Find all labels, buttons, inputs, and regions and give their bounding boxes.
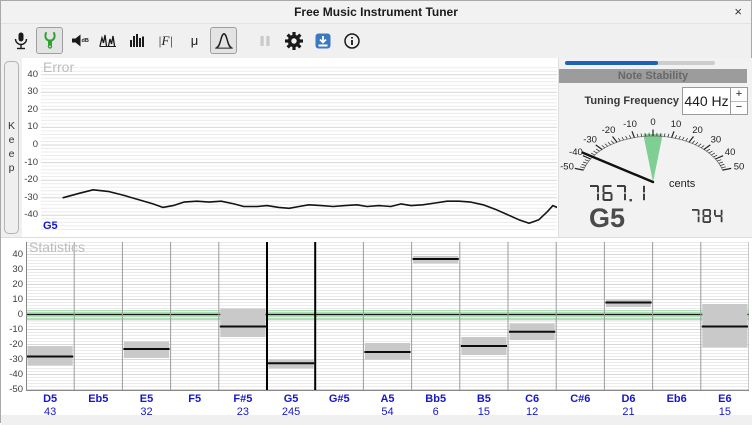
stats-y-tick: 20	[3, 279, 23, 290]
stats-y-tick: 40	[3, 249, 23, 260]
stats-y-tick: -20	[3, 339, 23, 350]
error-y-tick: -40	[21, 209, 38, 220]
save-button[interactable]	[309, 27, 336, 54]
svg-text:G5: G5	[589, 203, 625, 233]
note-label-G#5: G#5	[315, 393, 363, 406]
window-title: Free Music Instrument Tuner	[294, 5, 458, 19]
error-distribution-button[interactable]	[210, 27, 237, 54]
error-y-tick: 30	[21, 86, 38, 97]
tuner-mode-button[interactable]	[36, 27, 63, 54]
svg-text:-10: -10	[623, 119, 637, 130]
spectrum-button[interactable]	[123, 27, 150, 54]
statistics-mu-button[interactable]: μ	[181, 27, 208, 54]
error-y-tick: 10	[21, 121, 38, 132]
save-icon	[313, 31, 333, 51]
svg-text:-20: -20	[602, 125, 616, 136]
svg-text:10: 10	[671, 119, 682, 130]
svg-text:-40: -40	[569, 147, 583, 158]
keep-button[interactable]: Keep	[4, 61, 19, 234]
statistics-chart	[26, 242, 749, 391]
tuning-frequency-spinbox: 440 Hz + −	[682, 87, 748, 115]
svg-text:30: 30	[711, 135, 722, 146]
stats-y-tick: 10	[3, 294, 23, 305]
microphone-icon	[11, 31, 31, 51]
speaker-icon: dB	[69, 31, 89, 51]
note-stability-progress	[565, 61, 715, 65]
svg-text:dB: dB	[81, 38, 88, 44]
note-label-Eb5: Eb5	[74, 393, 122, 406]
fourier-icon: |F|	[158, 33, 173, 49]
error-y-tick: -10	[21, 157, 38, 168]
gear-icon	[284, 31, 304, 51]
svg-text:40: 40	[725, 147, 736, 158]
stats-y-tick: -10	[3, 324, 23, 335]
error-chart	[41, 67, 557, 232]
stats-y-tick: 30	[3, 264, 23, 275]
spectrum-bars-icon	[127, 31, 147, 51]
cents-gauge: -50 -40-30 -20 -10 0 10 20 3040 50 cents G5	[559, 113, 752, 236]
error-y-tick: 20	[21, 104, 38, 115]
pause-icon	[256, 32, 274, 50]
svg-text:-30: -30	[583, 135, 597, 146]
waveform-icon	[98, 31, 118, 51]
tuning-frequency-label: Tuning Frequency	[584, 95, 679, 107]
stats-y-tick: 0	[3, 309, 23, 320]
error-current-note-label: G5	[43, 220, 58, 232]
note-label-Eb6: Eb6	[653, 393, 701, 406]
oscilloscope-button[interactable]	[94, 27, 121, 54]
svg-text:20: 20	[692, 125, 703, 136]
close-button[interactable]: ×	[734, 1, 742, 23]
fourier-button[interactable]: |F|	[152, 27, 179, 54]
microphone-button[interactable]	[7, 27, 34, 54]
info-icon	[342, 31, 362, 51]
toolbar: dB |F| μ	[1, 24, 751, 57]
volume-db-button[interactable]: dB	[65, 27, 92, 54]
bell-curve-icon	[213, 30, 235, 52]
note-stability-header: Note Stability	[559, 69, 747, 83]
svg-text:0: 0	[650, 117, 655, 128]
tuner-panel: Note Stability Tuning Frequency 440 Hz +…	[558, 58, 752, 237]
tuning-frequency-value[interactable]: 440 Hz	[683, 88, 730, 114]
bottom-strip	[1, 415, 752, 425]
statistics-panel: Statistics 403020100-10-20-30-40-50 D543…	[1, 237, 752, 424]
svg-text:-50: -50	[560, 162, 574, 173]
error-panel: Error 403020100-10-20-30-40 G5	[22, 58, 558, 237]
error-y-tick: -30	[21, 192, 38, 203]
error-y-tick: 40	[21, 69, 38, 80]
stats-y-tick: -30	[3, 354, 23, 365]
error-y-tick: -20	[21, 174, 38, 185]
svg-text:cents: cents	[669, 178, 696, 190]
mu-icon: μ	[191, 33, 199, 48]
app-window: Free Music Instrument Tuner × dB	[0, 0, 752, 423]
titlebar: Free Music Instrument Tuner ×	[1, 1, 751, 24]
svg-text:50: 50	[734, 162, 745, 173]
pause-button[interactable]	[251, 27, 278, 54]
note-label-F5: F5	[171, 393, 219, 406]
error-y-tick: 0	[21, 139, 38, 150]
stats-y-tick: -40	[3, 369, 23, 380]
settings-button[interactable]	[280, 27, 307, 54]
note-label-C#6: C#6	[556, 393, 604, 406]
about-button[interactable]	[338, 27, 365, 54]
tuning-fork-icon	[40, 31, 60, 51]
note-stability-progress-fill	[565, 61, 658, 65]
frequency-increment-button[interactable]: +	[731, 88, 747, 102]
